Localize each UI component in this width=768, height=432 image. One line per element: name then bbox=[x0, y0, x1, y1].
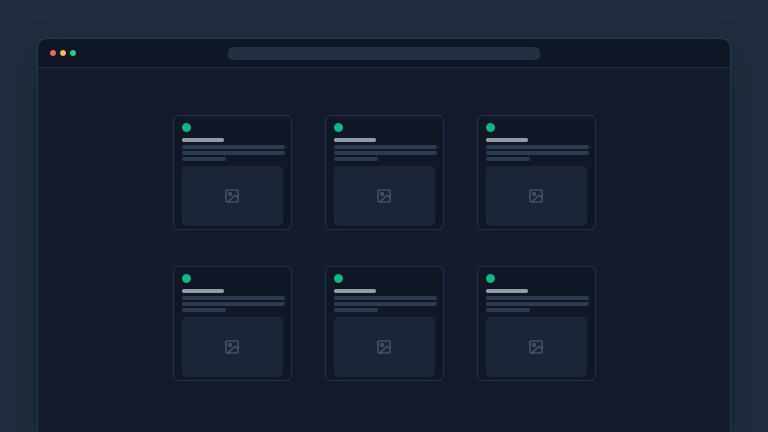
minimize-button[interactable] bbox=[60, 50, 66, 56]
close-button[interactable] bbox=[50, 50, 56, 56]
skeleton-line bbox=[182, 151, 285, 155]
status-dot bbox=[182, 274, 191, 283]
image-placeholder-icon bbox=[528, 188, 544, 204]
image-placeholder bbox=[334, 166, 435, 226]
image-placeholder bbox=[486, 166, 587, 226]
skeleton-line bbox=[182, 308, 226, 312]
zoom-button[interactable] bbox=[70, 50, 76, 56]
skeleton-line bbox=[486, 296, 589, 300]
traffic-lights bbox=[50, 50, 76, 56]
image-placeholder-icon bbox=[376, 188, 392, 204]
skeleton-title bbox=[486, 138, 528, 142]
skeleton-line bbox=[334, 308, 378, 312]
window-content bbox=[38, 68, 730, 432]
image-placeholder bbox=[486, 317, 587, 377]
card[interactable] bbox=[477, 266, 596, 381]
status-dot bbox=[334, 123, 343, 132]
page-background bbox=[0, 0, 768, 432]
status-dot bbox=[486, 123, 495, 132]
image-placeholder bbox=[334, 317, 435, 377]
card[interactable] bbox=[173, 115, 292, 230]
image-placeholder bbox=[182, 317, 283, 377]
skeleton-title bbox=[486, 289, 528, 293]
skeleton-line bbox=[486, 308, 530, 312]
card[interactable] bbox=[173, 266, 292, 381]
card[interactable] bbox=[325, 115, 444, 230]
skeleton-line bbox=[182, 302, 285, 306]
window-titlebar bbox=[38, 39, 730, 68]
status-dot bbox=[486, 274, 495, 283]
skeleton-title bbox=[182, 138, 224, 142]
status-dot bbox=[182, 123, 191, 132]
card[interactable] bbox=[477, 115, 596, 230]
skeleton-line bbox=[486, 302, 589, 306]
skeleton-line bbox=[486, 145, 589, 149]
card-grid bbox=[38, 68, 730, 381]
skeleton-title bbox=[334, 138, 376, 142]
skeleton-line bbox=[334, 157, 378, 161]
skeleton-line bbox=[334, 145, 437, 149]
image-placeholder-icon bbox=[224, 188, 240, 204]
skeleton-line bbox=[334, 151, 437, 155]
skeleton-line bbox=[182, 296, 285, 300]
skeleton-line bbox=[182, 157, 226, 161]
skeleton-title bbox=[182, 289, 224, 293]
skeleton-line bbox=[334, 296, 437, 300]
image-placeholder-icon bbox=[376, 339, 392, 355]
card[interactable] bbox=[325, 266, 444, 381]
skeleton-line bbox=[334, 302, 437, 306]
image-placeholder-icon bbox=[528, 339, 544, 355]
skeleton-line bbox=[486, 157, 530, 161]
image-placeholder bbox=[182, 166, 283, 226]
skeleton-line bbox=[182, 145, 285, 149]
address-bar[interactable] bbox=[228, 47, 540, 60]
browser-window bbox=[37, 38, 731, 432]
status-dot bbox=[334, 274, 343, 283]
skeleton-line bbox=[486, 151, 589, 155]
skeleton-title bbox=[334, 289, 376, 293]
image-placeholder-icon bbox=[224, 339, 240, 355]
